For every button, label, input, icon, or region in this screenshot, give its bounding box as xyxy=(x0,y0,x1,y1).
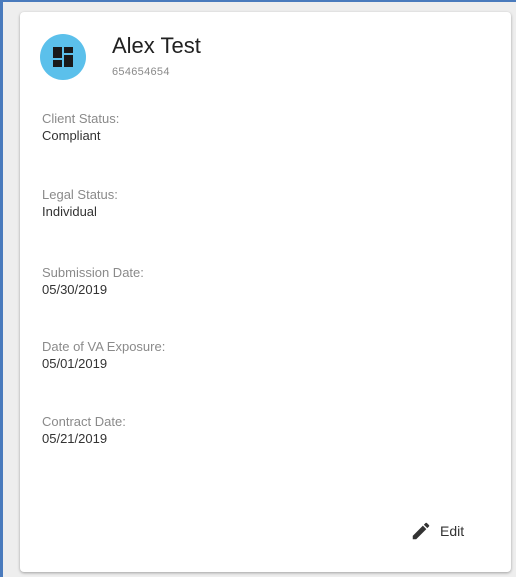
pencil-icon xyxy=(412,522,430,540)
avatar xyxy=(40,34,86,80)
field-submission-date: Submission Date: 05/30/2019 xyxy=(42,264,144,299)
field-va-exposure-date: Date of VA Exposure: 05/01/2019 xyxy=(42,338,165,373)
window-frame: Alex Test 654654654 Client Status: Compl… xyxy=(0,0,516,577)
field-label: Submission Date: xyxy=(42,265,144,280)
client-card: Alex Test 654654654 Client Status: Compl… xyxy=(20,12,511,572)
field-label: Contract Date: xyxy=(42,414,126,429)
field-label: Legal Status: xyxy=(42,187,118,202)
field-value: 05/01/2019 xyxy=(42,356,108,371)
field-value: Individual xyxy=(42,204,97,219)
field-legal-status: Legal Status: Individual xyxy=(42,186,118,221)
edit-button[interactable]: Edit xyxy=(406,516,468,546)
client-name: Alex Test xyxy=(112,33,201,58)
field-label: Client Status: xyxy=(42,111,120,126)
edit-button-label: Edit xyxy=(440,523,465,539)
field-value: 05/21/2019 xyxy=(42,431,108,446)
field-label: Date of VA Exposure: xyxy=(42,339,166,354)
field-value: 05/30/2019 xyxy=(42,282,108,297)
client-id-number: 654654654 xyxy=(112,66,170,78)
field-value: Compliant xyxy=(42,128,101,143)
field-contract-date: Contract Date: 05/21/2019 xyxy=(42,413,126,448)
dashboard-icon xyxy=(53,47,73,67)
field-client-status: Client Status: Compliant xyxy=(42,110,119,145)
